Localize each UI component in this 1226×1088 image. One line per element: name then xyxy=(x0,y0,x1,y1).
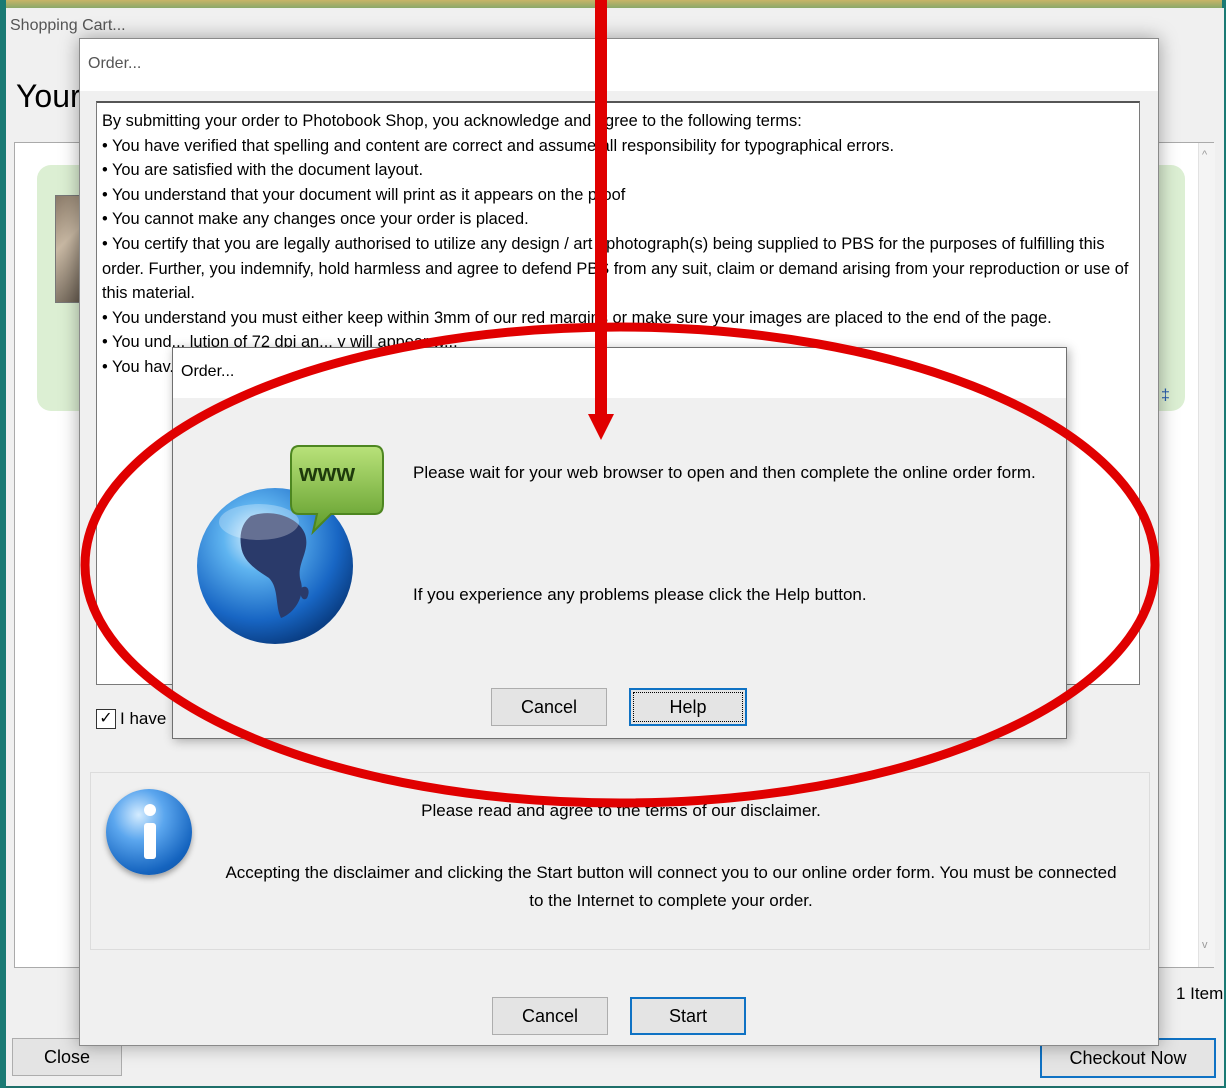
help-button[interactable]: Help xyxy=(629,688,747,726)
terms-line: • You have verified that spelling and co… xyxy=(102,136,895,155)
disclaimer-title: Please read and agree to the terms of ou… xyxy=(421,801,821,820)
agree-checkbox-row[interactable]: ✓ I have xyxy=(96,707,166,731)
wait-dialog-title: Order... xyxy=(181,363,235,380)
order-dialog-title: Order... xyxy=(88,55,142,72)
terms-line: • You are satisfied with the document la… xyxy=(102,161,424,180)
scroll-up-arrow-icon[interactable]: ^ xyxy=(1202,149,1207,161)
help-hint-message: If you experience any problems please cl… xyxy=(413,585,867,604)
terms-list: By submitting your order to Photobook Sh… xyxy=(97,103,1139,380)
disclaimer-body: Accepting the disclaimer and clicking th… xyxy=(225,863,1117,910)
wait-dialog: Order... www Please wait for your web br… xyxy=(172,347,1067,739)
globe-www-icon xyxy=(197,445,384,644)
terms-line: By submitting your order to Photobook Sh… xyxy=(102,112,802,130)
terms-line: • You understand that your document will… xyxy=(102,185,626,204)
wait-dialog-titlebar[interactable]: Order... xyxy=(173,348,1066,398)
cart-window-title: Shopping Cart... xyxy=(10,17,126,34)
terms-line: • You cannot make any changes once your … xyxy=(102,210,529,229)
terms-line: • You understand you must either keep wi… xyxy=(102,308,1052,327)
order-dialog-titlebar[interactable]: Order... xyxy=(80,39,1158,91)
cart-item-count: 1 Item xyxy=(1176,984,1224,1003)
wait-message: Please wait for your web browser to open… xyxy=(413,463,1036,482)
cart-heading: Your xyxy=(16,78,81,114)
terms-line: • You certify that you are legally autho… xyxy=(102,234,1129,303)
desktop-frame-top xyxy=(0,0,1226,8)
cart-item-link[interactable]: ‡ xyxy=(1161,387,1170,405)
globe-bubble-text: www xyxy=(299,460,356,487)
agree-label[interactable]: I have xyxy=(120,709,166,729)
cart-scrollbar[interactable]: ^ v xyxy=(1198,143,1215,967)
agree-checkbox[interactable]: ✓ xyxy=(96,709,116,729)
checkbox-check-icon: ✓ xyxy=(99,710,113,727)
scroll-down-arrow-icon[interactable]: v xyxy=(1202,939,1208,951)
info-icon-bar xyxy=(144,823,156,859)
order-cancel-button[interactable]: Cancel xyxy=(492,997,608,1035)
start-button[interactable]: Start xyxy=(630,997,746,1035)
disclaimer-info-panel: Please read and agree to the terms of ou… xyxy=(90,772,1150,950)
wait-cancel-button[interactable]: Cancel xyxy=(491,688,607,726)
